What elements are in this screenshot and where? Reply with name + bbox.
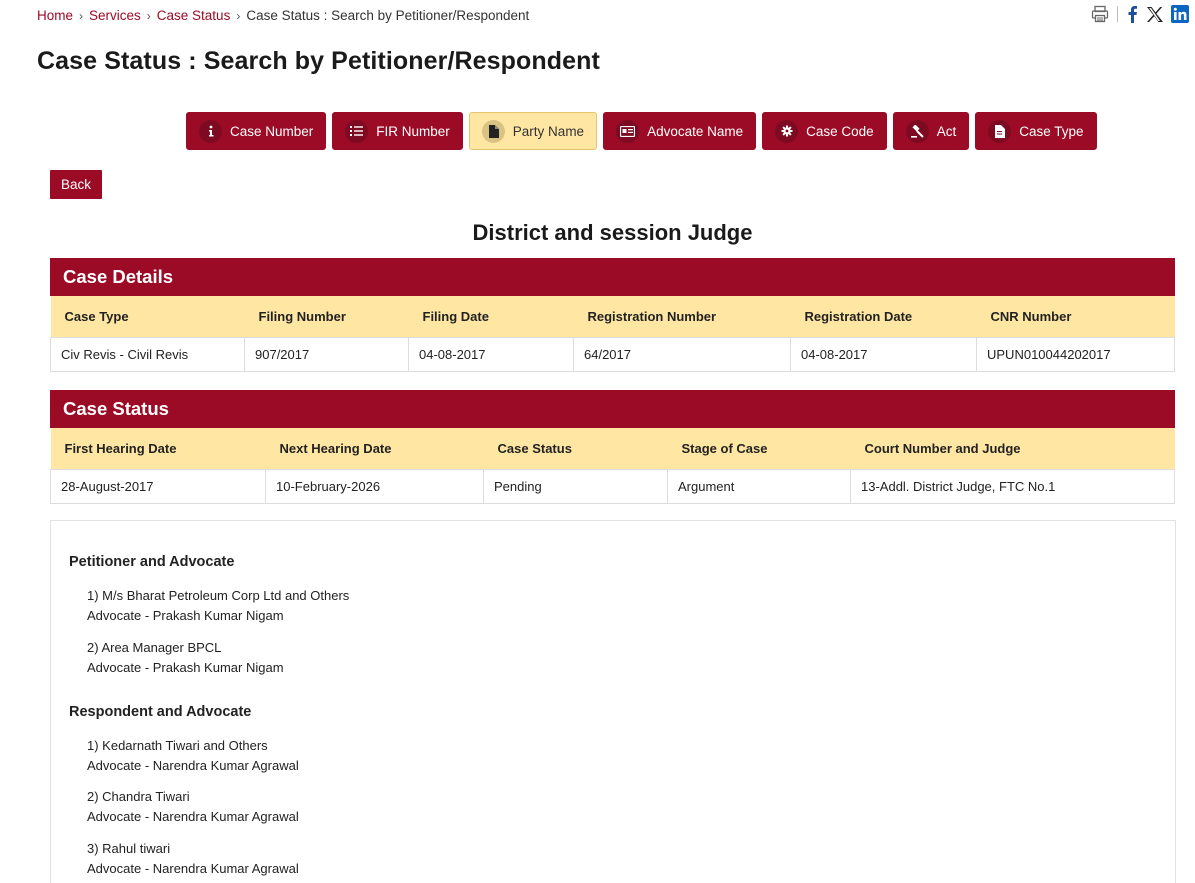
court-title: District and session Judge <box>472 220 753 245</box>
table-cell: 13-Addl. District Judge, FTC No.1 <box>850 468 1175 504</box>
table-cell: 28-August-2017 <box>50 468 266 504</box>
divider <box>1117 6 1118 22</box>
petitioner-item: 1) M/s Bharat Petroleum Corp Ltd and Oth… <box>87 586 349 625</box>
party-advocate: Advocate - Narendra Kumar Agrawal <box>87 757 299 773</box>
table-header-cell: Filing Date <box>408 296 574 337</box>
tab-fir-number[interactable]: FIR Number <box>332 112 463 150</box>
back-button[interactable]: Back <box>50 170 102 199</box>
respondent-item: 3) Rahul tiwari Advocate - Narendra Kuma… <box>87 839 299 878</box>
tab-label: FIR Number <box>376 123 450 139</box>
petitioner-heading: Petitioner and Advocate <box>69 554 235 570</box>
table-header-cell: First Hearing Date <box>50 428 266 469</box>
table-header-cell: Next Hearing Date <box>265 428 484 469</box>
table-cell: 907/2017 <box>244 336 409 372</box>
table-header-cell: Registration Date <box>790 296 977 337</box>
tab-advocate-name[interactable]: Advocate Name <box>603 112 757 150</box>
document-icon <box>481 119 505 143</box>
tab-label: Case Code <box>806 123 874 139</box>
search-tabs: Case Number FIR Number Party Name Advoca… <box>186 112 1097 150</box>
id-card-icon <box>616 119 640 143</box>
breadcrumb-services-link[interactable]: Services <box>89 8 141 23</box>
case-status-heading: Case Status <box>50 390 1175 428</box>
linkedin-icon[interactable] <box>1171 5 1189 23</box>
case-details-table: Case Type Filing Number Filing Date Regi… <box>50 296 1175 372</box>
table-header-cell: Filing Number <box>244 296 409 337</box>
respondent-item: 1) Kedarnath Tiwari and Others Advocate … <box>87 736 299 775</box>
breadcrumb-case-status-link[interactable]: Case Status <box>157 8 231 23</box>
party-advocate: Advocate - Prakash Kumar Nigam <box>87 659 284 675</box>
tab-act[interactable]: Act <box>892 112 970 150</box>
party-advocate: Advocate - Narendra Kumar Agrawal <box>87 860 299 876</box>
party-name: 2) Chandra Tiwari <box>87 789 190 804</box>
party-advocate: Advocate - Prakash Kumar Nigam <box>87 607 284 623</box>
x-icon[interactable] <box>1146 6 1163 23</box>
tab-case-number[interactable]: Case Number <box>186 112 327 150</box>
table-header-cell: Registration Number <box>573 296 791 337</box>
table-row: Civ Revis - Civil Revis 907/2017 04-08-2… <box>50 336 1175 372</box>
table-header-cell: Case Type <box>50 296 245 337</box>
gear-icon <box>775 119 799 143</box>
breadcrumb-separator: › <box>79 8 84 23</box>
tab-label: Case Number <box>230 123 314 139</box>
tab-case-code[interactable]: Case Code <box>762 112 887 150</box>
list-icon <box>345 119 369 143</box>
table-cell: UPUN010044202017 <box>976 336 1175 372</box>
share-toolbar <box>1091 5 1189 23</box>
breadcrumb-separator: › <box>236 8 241 23</box>
table-header-row: Case Type Filing Number Filing Date Regi… <box>50 296 1175 337</box>
table-cell: 64/2017 <box>573 336 791 372</box>
tab-label: Advocate Name <box>647 123 744 139</box>
table-header-cell: Stage of Case <box>667 428 851 469</box>
table-header-row: First Hearing Date Next Hearing Date Cas… <box>50 428 1175 469</box>
table-cell: Argument <box>667 468 851 504</box>
case-status-table: First Hearing Date Next Hearing Date Cas… <box>50 428 1175 504</box>
tab-party-name[interactable]: Party Name <box>468 112 598 150</box>
respondent-heading: Respondent and Advocate <box>69 704 252 720</box>
table-header-cell: Court Number and Judge <box>850 428 1175 469</box>
case-status-panel: Case Status First Hearing Date Next Hear… <box>50 390 1175 504</box>
table-cell: Civ Revis - Civil Revis <box>50 336 245 372</box>
party-name: 3) Rahul tiwari <box>87 841 171 856</box>
table-cell: 10-February-2026 <box>265 468 484 504</box>
case-details-panel: Case Details Case Type Filing Number Fil… <box>50 258 1175 372</box>
party-name: 2) Area Manager BPCL <box>87 640 222 655</box>
breadcrumb-home-link[interactable]: Home <box>37 8 73 23</box>
party-name: 1) Kedarnath Tiwari and Others <box>87 738 268 753</box>
table-header-cell: Case Status <box>483 428 668 469</box>
respondent-item: 2) Chandra Tiwari Advocate - Narendra Ku… <box>87 787 299 826</box>
tab-label: Party Name <box>512 123 585 139</box>
table-cell: 04-08-2017 <box>790 336 977 372</box>
facebook-icon[interactable] <box>1126 5 1138 23</box>
breadcrumb-current: Case Status : Search by Petitioner/Respo… <box>246 8 530 23</box>
table-row: 28-August-2017 10-February-2026 Pending … <box>50 468 1175 504</box>
print-icon[interactable] <box>1091 5 1109 23</box>
table-cell: Pending <box>483 468 668 504</box>
petitioner-item: 2) Area Manager BPCL Advocate - Prakash … <box>87 638 284 677</box>
page-title: Case Status : Search by Petitioner/Respo… <box>37 47 600 75</box>
party-name: 1) M/s Bharat Petroleum Corp Ltd and Oth… <box>87 588 350 603</box>
tab-label: Case Type <box>1019 123 1084 139</box>
breadcrumb-separator: › <box>146 8 151 23</box>
tab-case-type[interactable]: Case Type <box>975 112 1097 150</box>
gavel-icon <box>905 119 929 143</box>
breadcrumb: Home › Services › Case Status › Case Sta… <box>37 8 529 23</box>
case-details-heading: Case Details <box>50 258 1175 296</box>
tab-label: Act <box>936 123 957 139</box>
table-header-cell: CNR Number <box>976 296 1175 337</box>
info-icon <box>199 119 222 143</box>
party-advocate: Advocate - Narendra Kumar Agrawal <box>87 808 299 824</box>
file-icon <box>988 119 1012 143</box>
parties-panel: Petitioner and Advocate 1) M/s Bharat Pe… <box>50 520 1176 883</box>
table-cell: 04-08-2017 <box>408 336 574 372</box>
